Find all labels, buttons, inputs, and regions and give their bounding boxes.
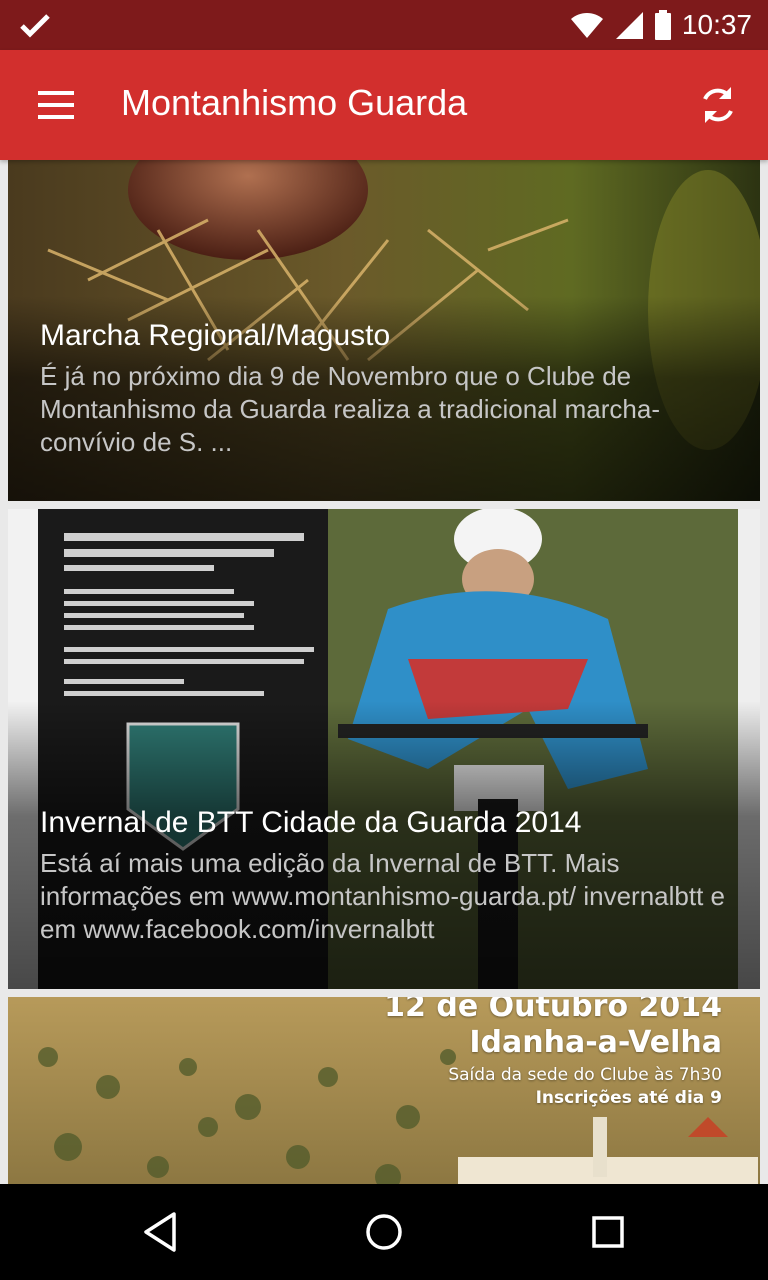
poster-departure: Saída da sede do Clube às 7h30 <box>448 1065 722 1085</box>
news-feed[interactable]: Marcha Regional/Magusto É já no próximo … <box>0 160 768 1184</box>
home-icon[interactable] <box>360 1208 408 1256</box>
cell-signal-icon <box>615 12 643 39</box>
navigation-bar <box>0 1184 768 1280</box>
card-title: Invernal de BTT Cidade da Guarda 2014 <box>40 806 582 839</box>
poster-date: 12 de Outubro 2014 <box>384 997 722 1024</box>
menu-icon[interactable] <box>38 87 74 123</box>
news-card[interactable]: 12 de Outubro 2014 Idanha-a-Velha Saída … <box>8 997 760 1184</box>
back-icon[interactable] <box>136 1208 184 1256</box>
card-text: Invernal de BTT Cidade da Guarda 2014 Es… <box>40 805 732 946</box>
status-icons: 10:37 <box>570 8 752 42</box>
app-bar: Montanhismo Guarda <box>0 50 768 160</box>
wifi-icon <box>570 13 603 38</box>
news-card[interactable]: Marcha Regional/Magusto É já no próximo … <box>8 160 760 501</box>
poster-text: 12 de Outubro 2014 Idanha-a-Velha Saída … <box>384 997 722 1109</box>
recents-icon[interactable] <box>584 1208 632 1256</box>
poster-location: Idanha-a-Velha <box>469 1025 722 1060</box>
battery-icon <box>654 10 671 40</box>
news-card[interactable]: Invernal de BTT Cidade da Guarda 2014 Es… <box>8 509 760 989</box>
card-description: Está aí mais uma edição da Invernal de B… <box>40 848 725 944</box>
app-title: Montanhismo Guarda <box>121 82 468 123</box>
check-icon <box>20 14 50 38</box>
card-description: É já no próximo dia 9 de Novembro que o … <box>40 361 660 457</box>
refresh-icon[interactable] <box>696 83 740 127</box>
status-time: 10:37 <box>681 9 752 40</box>
poster-registration: Inscrições até dia 9 <box>535 1088 722 1108</box>
status-bar: 10:37 <box>0 0 768 50</box>
card-text: Marcha Regional/Magusto É já no próximo … <box>40 318 732 459</box>
card-title: Marcha Regional/Magusto <box>40 319 391 352</box>
